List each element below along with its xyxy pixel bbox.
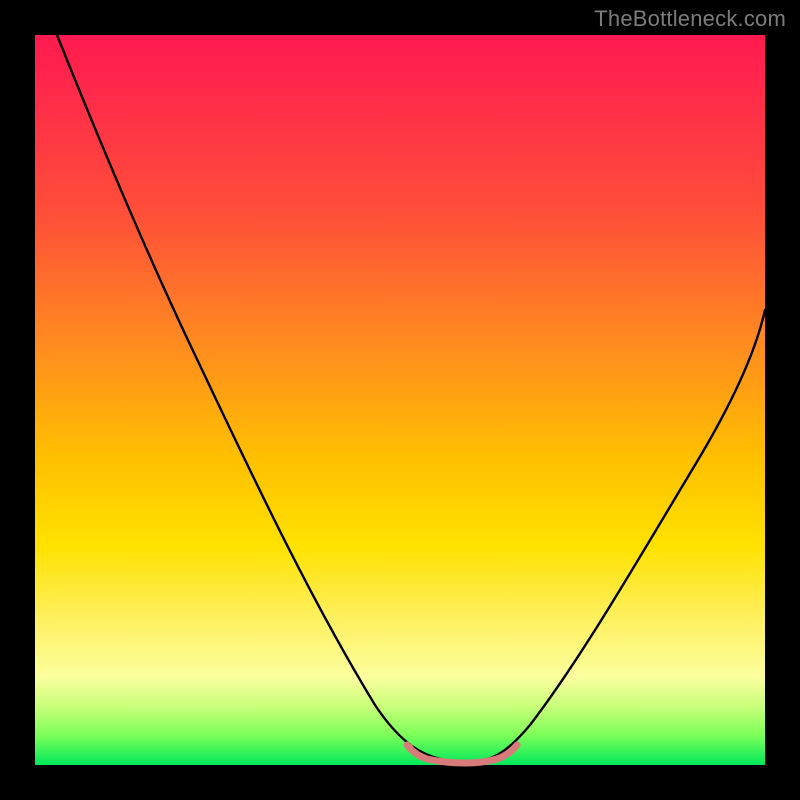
bottleneck-curve — [57, 35, 765, 762]
trough-dot — [407, 744, 413, 750]
chart-frame: TheBottleneck.com — [0, 0, 800, 800]
trough-dot — [427, 756, 433, 762]
trough-dot — [512, 744, 518, 750]
watermark-text: TheBottleneck.com — [594, 6, 786, 32]
chart-overlay — [35, 35, 765, 765]
trough-marker — [407, 745, 517, 763]
trough-dot — [492, 756, 498, 762]
trough-dot — [462, 760, 468, 766]
